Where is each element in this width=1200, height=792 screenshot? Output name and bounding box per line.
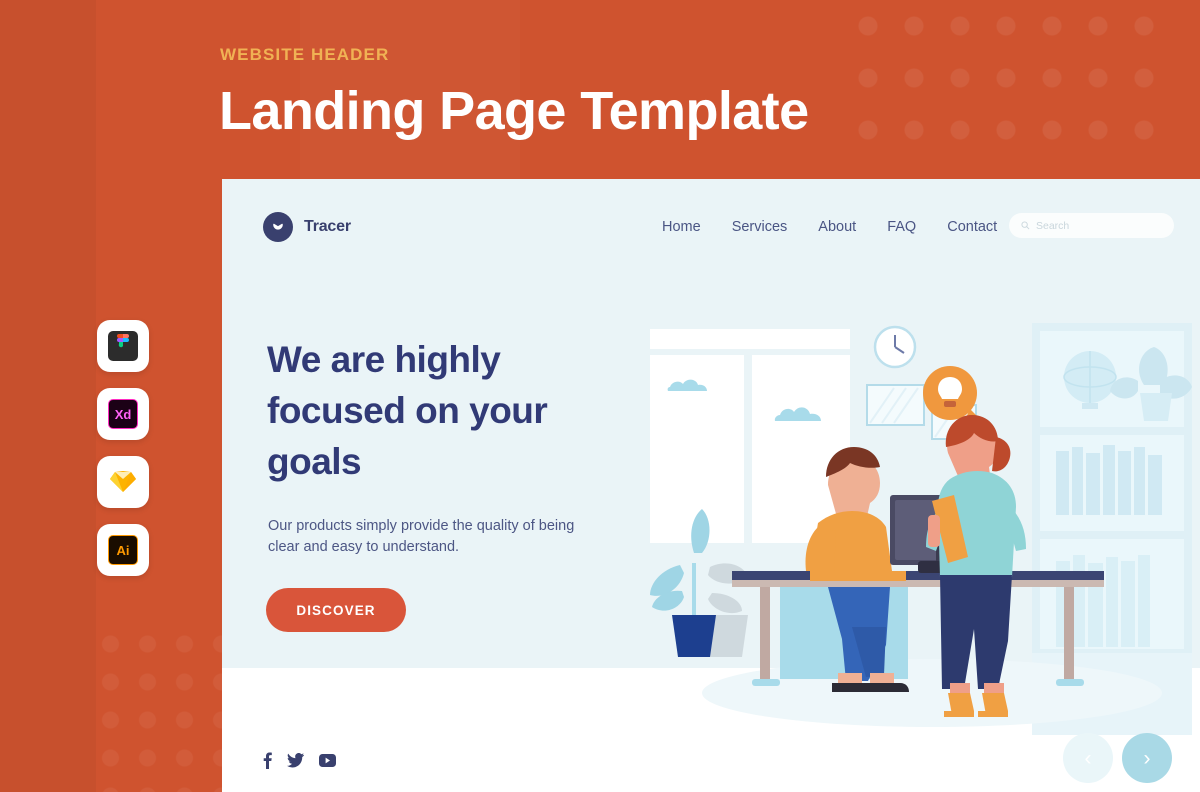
design-tool-rail: Xd Ai bbox=[97, 320, 149, 592]
adobe-xd-icon: Xd bbox=[108, 399, 138, 429]
search-icon bbox=[1021, 217, 1030, 235]
landing-page-panel: Tracer Home Services About FAQ Contact S… bbox=[222, 179, 1200, 792]
youtube-icon[interactable] bbox=[319, 754, 336, 772]
sketch-icon bbox=[108, 467, 138, 497]
discover-button[interactable]: DISCOVER bbox=[266, 588, 406, 632]
carousel-prev-button[interactable]: ‹ bbox=[1063, 733, 1113, 783]
twitter-icon[interactable] bbox=[287, 753, 304, 773]
social-links bbox=[263, 752, 336, 774]
search-placeholder: Search bbox=[1036, 219, 1070, 232]
nav-item-home[interactable]: Home bbox=[662, 219, 701, 235]
carousel-next-button[interactable]: › bbox=[1122, 733, 1172, 783]
brand-logo[interactable]: Tracer bbox=[263, 212, 351, 242]
tool-card-adobe-xd[interactable]: Xd bbox=[97, 388, 149, 440]
nav-links: Home Services About FAQ Contact bbox=[662, 219, 997, 235]
nav-item-faq[interactable]: FAQ bbox=[887, 219, 916, 235]
left-gutter-shade bbox=[0, 0, 96, 792]
adobe-illustrator-icon: Ai bbox=[108, 535, 138, 565]
brand-name: Tracer bbox=[304, 218, 351, 235]
tool-card-adobe-illustrator[interactable]: Ai bbox=[97, 524, 149, 576]
chevron-left-icon: ‹ bbox=[1084, 746, 1092, 770]
nav-item-contact[interactable]: Contact bbox=[947, 219, 997, 235]
chevron-right-icon: › bbox=[1143, 746, 1151, 770]
dot-pattern-top-right bbox=[845, 0, 1165, 160]
poster-kicker: WEBSITE HEADER bbox=[220, 45, 390, 64]
tool-card-sketch[interactable] bbox=[97, 456, 149, 508]
poster-title: Landing Page Template bbox=[219, 81, 809, 141]
nav-item-about[interactable]: About bbox=[818, 219, 856, 235]
nav-item-services[interactable]: Services bbox=[732, 219, 788, 235]
site-navbar: Tracer Home Services About FAQ Contact S… bbox=[222, 179, 1200, 280]
facebook-icon[interactable] bbox=[263, 752, 272, 774]
search-input[interactable]: Search bbox=[1009, 213, 1174, 238]
dot-pattern-bottom-left bbox=[92, 625, 222, 792]
figma-icon bbox=[108, 331, 138, 361]
carousel-controls: ‹ › bbox=[1063, 733, 1172, 783]
hero-subheading: Our products simply provide the quality … bbox=[268, 518, 575, 555]
tool-card-figma[interactable] bbox=[97, 320, 149, 372]
tulip-logo-icon bbox=[263, 212, 293, 242]
office-teamwork-illustration bbox=[632, 315, 1200, 735]
wall-clock bbox=[873, 325, 917, 369]
window-with-clouds bbox=[650, 329, 850, 543]
hero-heading: We are highly focused on your goals bbox=[267, 339, 548, 482]
